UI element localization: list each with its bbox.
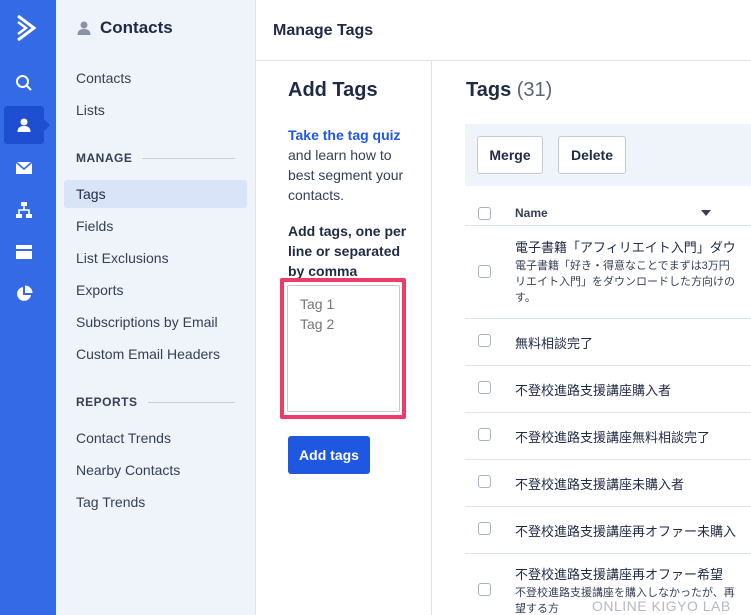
sidebar-item-lists[interactable]: Lists [64,96,247,124]
quiz-text: Take the tag quiz and learn how to best … [288,125,408,205]
tag-description-line: 望する方 [515,603,559,615]
app-root: Contacts Contacts Lists MANAGE Tags Fiel… [0,0,751,615]
sidebar-item-fields[interactable]: Fields [64,212,247,240]
email-icon[interactable] [4,149,44,187]
reports-icon[interactable] [4,275,44,313]
sidebar-item-tags[interactable]: Tags [64,180,247,208]
sidebar-item-list-exclusions[interactable]: List Exclusions [64,244,247,272]
tag-quiz-link[interactable]: Take the tag quiz [288,125,408,145]
table-header: Name [465,201,751,225]
table-row[interactable]: 電子書籍「アフィリエイト入門」ダウ 電子書籍「好き・得意なことでまずは3万円 リ… [465,225,751,318]
tag-name[interactable]: 不登校進路支援講座購入者 [515,380,671,399]
site-icon[interactable] [4,233,44,271]
delete-button[interactable]: Delete [558,136,626,174]
sidebar-title: Contacts [100,18,173,37]
tag-name[interactable]: 不登校進路支援講座無料相談完了 [515,427,710,446]
sidebar-item-nearby-contacts[interactable]: Nearby Contacts [64,456,247,484]
tag-description-line: す。 [515,292,536,304]
page-header: Manage Tags [256,0,751,61]
tag-description-line: 電子書籍「好き・得意なことでまずは3万円 [515,260,730,272]
person-icon [77,21,91,35]
sidebar-item-tag-trends[interactable]: Tag Trends [64,488,247,516]
tags-input[interactable] [287,285,400,412]
tags-toolbar: Merge Delete [465,124,751,186]
sidebar-item-custom-email-headers[interactable]: Custom Email Headers [64,340,247,368]
sort-arrow-icon[interactable] [701,210,711,221]
select-all-checkbox[interactable] [478,207,491,220]
table-row[interactable]: 不登校進路支援講座再オファー未購入 [465,506,751,553]
table-row[interactable]: 不登校進路支援講座無料相談完了 [465,412,751,459]
tag-name[interactable]: 電子書籍「アフィリエイト入門」ダウ [515,237,736,256]
tag-name[interactable]: 不登校進路支援講座再オファー希望 [515,564,723,583]
tags-list-panel: Tags (31) Merge Delete Name 電子書籍「アフィリエイト… [433,61,751,615]
row-checkbox[interactable] [478,583,491,596]
logo-icon[interactable] [12,12,40,44]
tag-name[interactable]: 無料相談完了 [515,333,593,352]
merge-button[interactable]: Merge [477,136,543,174]
page-title: Manage Tags [273,22,374,39]
search-icon[interactable] [4,64,44,102]
contacts-icon[interactable] [4,106,50,144]
automations-icon[interactable] [4,191,44,229]
tags-title-text: Tags [466,79,512,101]
add-tags-title: Add Tags [288,79,378,101]
quiz-description: and learn how to best segment your conta… [288,147,404,203]
table-row[interactable]: 不登校進路支援講座購入者 [465,365,751,412]
tags-title: Tags (31) [466,79,552,102]
tags-count: (31) [516,79,553,101]
icon-rail [0,0,56,615]
row-checkbox[interactable] [478,265,491,278]
table-row[interactable]: 不登校進路支援講座未購入者 [465,459,751,506]
manage-heading: MANAGE [76,151,235,165]
column-name[interactable]: Name [515,206,548,220]
table-row[interactable]: 無料相談完了 [465,318,751,365]
reports-heading: REPORTS [76,395,235,409]
row-checkbox[interactable] [478,522,491,535]
contacts-sidebar: Contacts Contacts Lists MANAGE Tags Fiel… [56,0,256,615]
row-checkbox[interactable] [478,475,491,488]
sidebar-item-contacts[interactable]: Contacts [64,64,247,92]
add-tags-button[interactable]: Add tags [288,436,370,474]
tag-description-line: リエイト入門」をダウンロードした方向けの [515,276,735,288]
tag-name[interactable]: 不登校進路支援講座再オファー未購入 [515,521,736,540]
sidebar-item-exports[interactable]: Exports [64,276,247,304]
watermark: ONLINE KIGYO LAB [592,598,731,614]
sidebar-header: Contacts [76,18,173,38]
row-checkbox[interactable] [478,381,491,394]
tags-input-label: Add tags, one per line or separated by c… [288,223,407,279]
tag-name[interactable]: 不登校進路支援講座未購入者 [515,474,684,493]
add-tags-panel: Add Tags Take the tag quiz and learn how… [256,61,432,615]
row-checkbox[interactable] [478,428,491,441]
sidebar-item-contact-trends[interactable]: Contact Trends [64,424,247,452]
row-checkbox[interactable] [478,334,491,347]
sidebar-item-subscriptions-by-email[interactable]: Subscriptions by Email [64,308,247,336]
